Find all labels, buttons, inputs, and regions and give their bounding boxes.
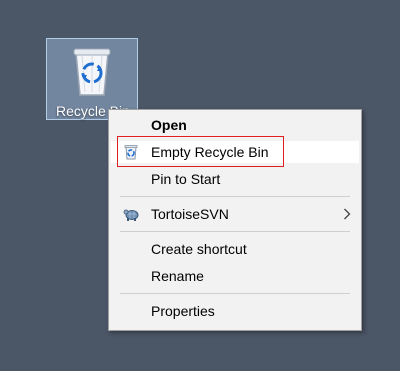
menu-item-tortoisesvn-label: TortoiseSVN <box>151 206 229 222</box>
recycle-bin-desktop-icon[interactable]: Recycle Bin <box>46 38 138 120</box>
chevron-right-icon <box>344 208 351 220</box>
menu-item-open-label: Open <box>151 117 187 133</box>
tortoisesvn-icon <box>123 209 139 221</box>
menu-item-rename[interactable]: Rename <box>111 265 359 287</box>
menu-separator <box>120 293 350 294</box>
menu-item-create-shortcut[interactable]: Create shortcut <box>111 238 359 260</box>
menu-item-properties[interactable]: Properties <box>111 300 359 322</box>
menu-item-open[interactable]: Open <box>111 114 359 136</box>
context-menu: Open Empty Recycle Bin Pin to Start Tort… <box>108 109 362 331</box>
menu-item-properties-label: Properties <box>151 303 215 319</box>
recycle-bin-small-icon <box>124 145 138 160</box>
menu-item-rename-label: Rename <box>151 268 204 284</box>
menu-item-create-shortcut-label: Create shortcut <box>151 241 247 257</box>
menu-item-empty-recycle-bin-label: Empty Recycle Bin <box>151 144 269 160</box>
recycle-bin-icon <box>73 48 111 96</box>
menu-item-pin-to-start-label: Pin to Start <box>151 171 221 187</box>
menu-separator <box>120 196 350 197</box>
desktop: Recycle Bin Open Empty Recycle Bin Pin t… <box>0 0 400 371</box>
menu-item-tortoisesvn[interactable]: TortoiseSVN <box>111 203 359 225</box>
menu-item-empty-recycle-bin[interactable]: Empty Recycle Bin <box>111 141 359 163</box>
menu-separator <box>120 231 350 232</box>
menu-item-pin-to-start[interactable]: Pin to Start <box>111 168 359 190</box>
